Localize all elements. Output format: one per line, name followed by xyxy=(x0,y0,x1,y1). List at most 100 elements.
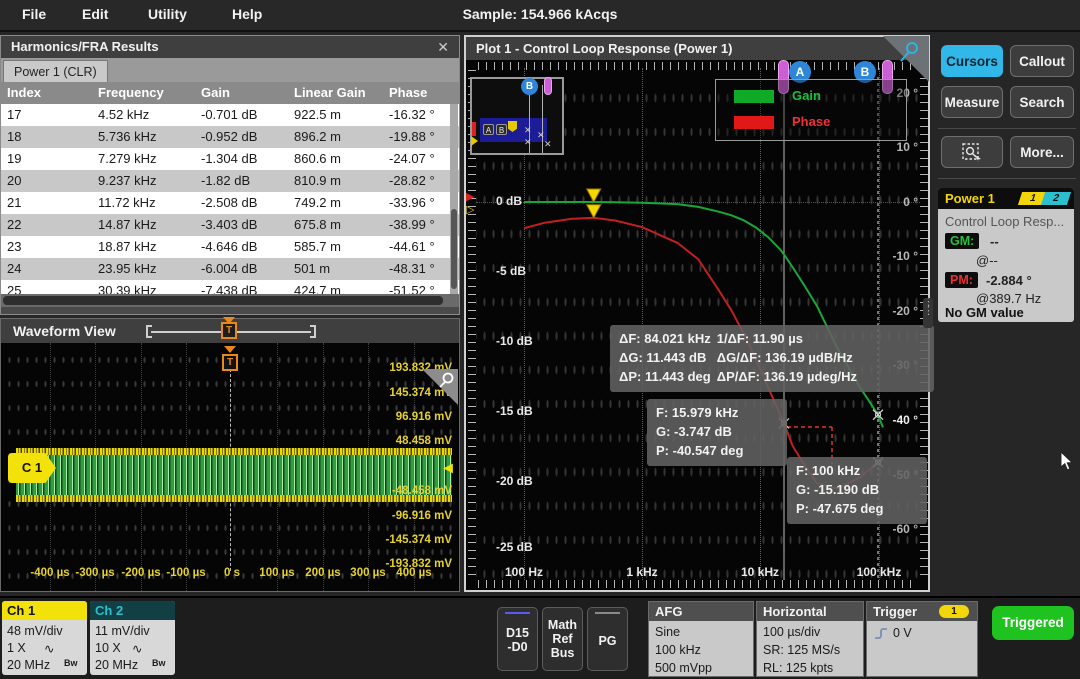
close-icon[interactable]: ✕ xyxy=(437,36,449,58)
menu-bar: File Edit Utility Help Sample: 154.966 k… xyxy=(0,0,1080,32)
trigger-flag[interactable]: T xyxy=(222,354,238,371)
zoom-select-icon xyxy=(960,141,984,165)
plot-titlebar[interactable]: Plot 1 - Control Loop Response (Power 1)… xyxy=(466,37,928,60)
channel1-waveform[interactable] xyxy=(16,448,452,502)
gain-axis-label: -20 dB xyxy=(496,474,533,488)
sample-status: Sample: 154.966 kAcqs xyxy=(0,6,1080,22)
cursor-b-readout: F: 100 kHz G: -15.190 dB P: -47.675 deg xyxy=(787,457,927,524)
waveform-graticule[interactable]: T C 1 ◄ 193.832 mV 145.374 mV 96.916 mV … xyxy=(2,343,458,591)
col-header-phase[interactable]: Phase xyxy=(389,82,427,104)
results-table-header: Index Frequency Gain Linear Gain Phase xyxy=(1,82,459,104)
cursor-delta-readout: ΔF: 84.021 kHz1/ΔF: 11.90 µs ΔG: 11.443 … xyxy=(610,325,934,392)
results-tabstrip: Power 1 (CLR) xyxy=(1,58,459,82)
cursors-button[interactable]: Cursors xyxy=(941,45,1003,77)
results-panel-titlebar[interactable]: Harmonics/FRA Results ✕ xyxy=(1,36,459,58)
phase-axis-label: -40 ° xyxy=(870,413,918,427)
rising-edge-icon xyxy=(874,627,888,641)
triggered-status: Triggered xyxy=(992,606,1074,640)
vertical-scrollbar[interactable] xyxy=(450,104,458,294)
table-row[interactable]: 209.237 kHz-1.82 dB810.9 m-28.82 ° xyxy=(1,170,459,192)
plot-window: Plot 1 - Control Loop Response (Power 1)… xyxy=(464,35,930,592)
freq-axis-label: 100 Hz xyxy=(489,565,559,579)
trigger-badge[interactable]: Trigger 1 0 V xyxy=(866,601,978,677)
phase-ref-marker-icon[interactable]: ▷ xyxy=(466,203,474,216)
horizontal-scrollbar[interactable] xyxy=(1,294,459,307)
table-row[interactable]: 185.736 kHz-0.952 dB896.2 m-19.88 ° xyxy=(1,126,459,148)
channel1-attenuation: 1 X xyxy=(7,641,26,655)
more-button[interactable]: More... xyxy=(1010,136,1074,168)
col-header-linear-gain[interactable]: Linear Gain xyxy=(294,82,366,104)
minimap-b-handle[interactable]: B xyxy=(521,78,538,95)
ac-coupling-icon: ∿ xyxy=(44,641,54,656)
power1-source2-flag[interactable]: 2 xyxy=(1041,192,1071,205)
minimap-cursor-pill[interactable] xyxy=(544,77,552,95)
minimap-a-chip: A xyxy=(483,124,494,135)
phase-axis-label: -10 ° xyxy=(870,249,918,263)
results-panel-title: Harmonics/FRA Results xyxy=(11,39,159,54)
horizontal-badge[interactable]: Horizontal 100 µs/div SR: 125 MS/s RL: 1… xyxy=(756,601,864,677)
trigger-level: 0 V xyxy=(893,626,912,640)
pg-button[interactable]: PG xyxy=(587,607,628,671)
cursor-a-readout: F: 15.979 kHz G: -3.747 dB P: -40.547 de… xyxy=(647,399,787,466)
waveform-title: Waveform View xyxy=(13,323,116,339)
table-row[interactable]: 2214.87 kHz-3.403 dB675.8 m-38.99 ° xyxy=(1,214,459,236)
gain-legend-swatch xyxy=(734,90,774,103)
pm-frequency: @389.7 Hz xyxy=(976,291,1041,306)
power1-results-badge[interactable]: Power 1 1 2 Control Loop Resp... GM: -- … xyxy=(938,188,1074,322)
table-row[interactable]: 174.52 kHz-0.701 dB922.5 m-16.32 ° xyxy=(1,104,459,126)
pm-value: -2.884 ° xyxy=(986,273,1032,288)
plot-overview-minimap[interactable]: A B ✕✕ ✕✕ B xyxy=(470,77,564,155)
gain-axis-label: 0 dB xyxy=(496,194,522,208)
volt-label: -96.916 mV xyxy=(392,510,452,522)
gm-label-chip: GM: xyxy=(945,233,979,249)
gridline-1khz xyxy=(642,68,643,580)
tab-power1-clr[interactable]: Power 1 (CLR) xyxy=(3,60,108,82)
search-button[interactable]: Search xyxy=(1010,86,1074,118)
col-header-index[interactable]: Index xyxy=(7,82,41,104)
table-row[interactable]: 197.279 kHz-1.304 dB860.6 m-24.07 ° xyxy=(1,148,459,170)
digital-indicator xyxy=(505,612,530,614)
trigger-marker-icon xyxy=(224,346,236,353)
settings-bar: Ch 1 48 mV/div 1 X ∿ 20 MHz Bw Ch 2 11 m… xyxy=(0,596,1080,679)
freq-axis-label: 100 kHz xyxy=(844,565,914,579)
results-table-body: 174.52 kHz-0.701 dB922.5 m-16.32 ° 185.7… xyxy=(1,104,459,294)
table-row[interactable]: 2530.39 kHz-7.438 dB424.7 m-51.52 ° xyxy=(1,280,459,294)
gain-ref-marker-icon[interactable]: ▶ xyxy=(466,190,474,203)
horizontal-title: Horizontal xyxy=(757,602,863,621)
channel1-badge[interactable]: Ch 1 48 mV/div 1 X ∿ 20 MHz Bw xyxy=(2,601,87,675)
math-ref-bus-button[interactable]: Math Ref Bus xyxy=(542,607,583,671)
panel-drag-handle[interactable]: ⋮⋮ xyxy=(923,298,933,328)
table-row[interactable]: 2318.87 kHz-4.646 dB585.7 m-44.61 ° xyxy=(1,236,459,258)
measure-button[interactable]: Measure xyxy=(941,86,1003,118)
col-header-gain[interactable]: Gain xyxy=(201,82,230,104)
gain-axis-label: -10 dB xyxy=(496,334,533,348)
minimap-ref-arrow-icon xyxy=(471,136,478,146)
phase-axis-label: 0 ° xyxy=(870,195,918,209)
channel2-badge[interactable]: Ch 2 11 mV/div 10 X ∿ 20 MHz Bw xyxy=(90,601,175,675)
col-header-frequency[interactable]: Frequency xyxy=(98,82,164,104)
zoom-select-button[interactable] xyxy=(941,136,1003,168)
phase-axis-label: -20 ° xyxy=(870,304,918,318)
pm-label-chip: PM: xyxy=(945,272,978,288)
afg-badge[interactable]: AFG Sine 100 kHz 500 mVpp xyxy=(648,601,754,677)
channel2-scale: 11 mV/div xyxy=(95,624,150,638)
channel2-bandwidth: 20 MHz xyxy=(95,658,138,672)
channel1-bandwidth: 20 MHz xyxy=(7,658,50,672)
bottom-ruler xyxy=(478,580,918,588)
trigger-level-icon[interactable]: ◄ xyxy=(440,460,456,478)
callout-button[interactable]: Callout xyxy=(1010,45,1074,77)
digital-d15-d0-button[interactable]: D15 -D0 xyxy=(497,607,538,671)
magnifier-icon xyxy=(896,40,922,66)
table-row[interactable]: 2111.72 kHz-2.508 dB749.2 m-33.96 ° xyxy=(1,192,459,214)
sidebar-divider xyxy=(938,178,1076,179)
ac-coupling-icon: ∿ xyxy=(132,641,142,656)
gridline-10khz xyxy=(760,68,761,580)
trigger-slider-handle[interactable]: T xyxy=(221,322,237,339)
channel1-scale: 48 mV/div xyxy=(7,624,63,638)
top-ruler xyxy=(478,62,918,70)
plot-title-text: Plot 1 - Control Loop Response (Power 1) xyxy=(476,41,732,56)
span-bracket-right[interactable] xyxy=(310,325,316,338)
table-row[interactable]: 2423.95 kHz-6.004 dB501 m-48.31 ° xyxy=(1,258,459,280)
waveform-titlebar[interactable]: Waveform View T xyxy=(1,319,459,343)
bandwidth-limit-icon: Bw xyxy=(152,658,166,668)
